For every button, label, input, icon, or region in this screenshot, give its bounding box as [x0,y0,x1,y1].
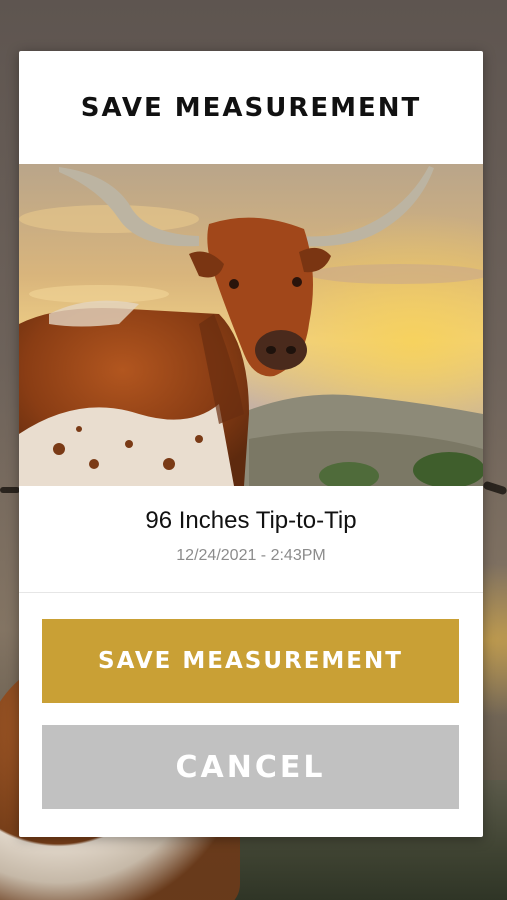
measurement-value: 96 Inches Tip-to-Tip [145,507,357,534]
longhorn-photo [19,164,483,486]
save-measurement-dialog: SAVE MEASUREMENT 96 Inches Tip-to-Tip 12… [19,51,483,837]
dialog-header: SAVE MEASUREMENT [19,51,483,164]
dialog-title: SAVE MEASUREMENT [80,92,422,123]
measurement-timestamp: 12/24/2021 - 2:43PM [176,547,326,564]
longhorn-photo-illustration [19,164,483,486]
background-horn-tip-right [482,480,507,496]
background-horn-tip-left [0,487,20,493]
cancel-button[interactable]: CANCEL [42,725,459,809]
save-measurement-button[interactable]: SAVE MEASUREMENT [42,619,459,703]
app-screen: SAVE MEASUREMENT 96 Inches Tip-to-Tip 12… [0,0,507,900]
measurement-summary: 96 Inches Tip-to-Tip 12/24/2021 - 2:43PM [19,486,483,593]
